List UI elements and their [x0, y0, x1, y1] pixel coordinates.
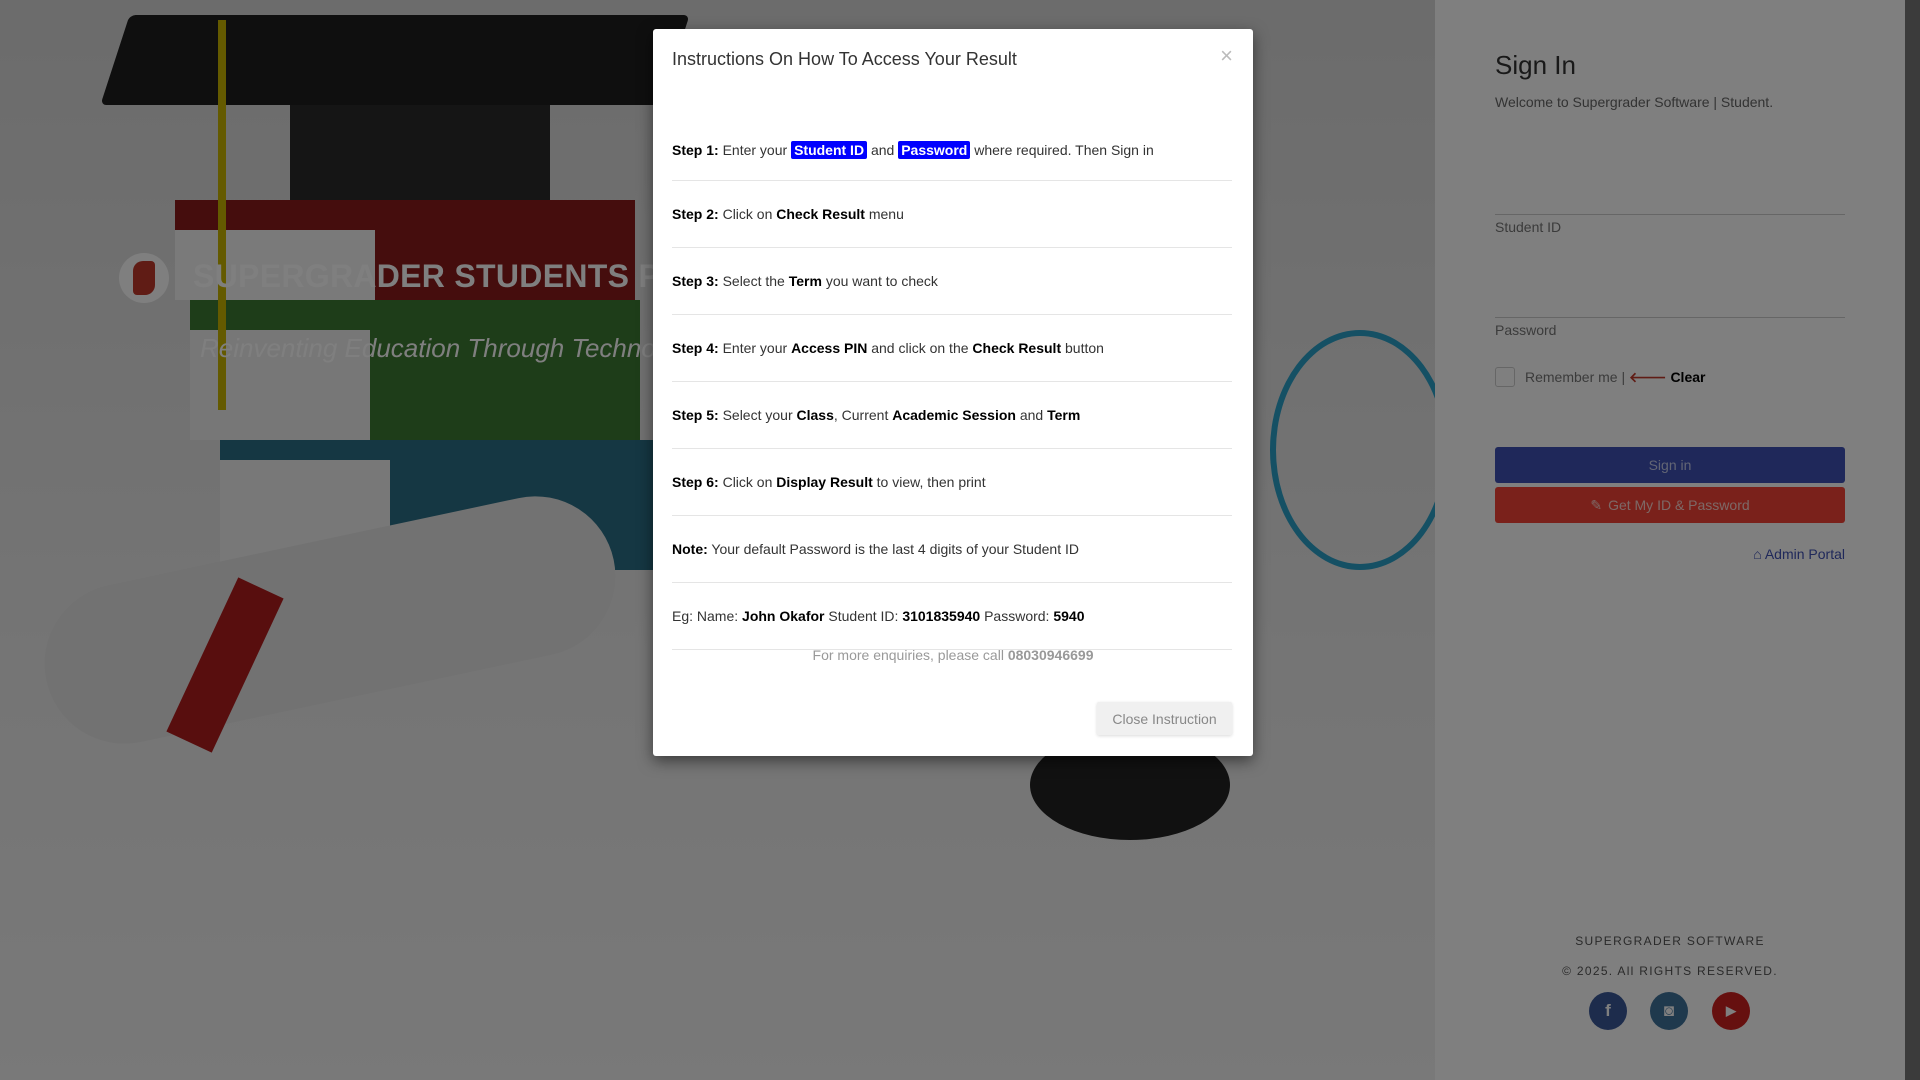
instruction-row: Step 6: Click on Display Result to view,… — [672, 449, 1232, 516]
bold-text: 5940 — [1053, 608, 1085, 624]
bold-text: Check Result — [776, 206, 865, 222]
bold-text: Step 2: — [672, 206, 719, 222]
highlight-badge: Password — [898, 140, 971, 159]
bold-text: Term — [1047, 407, 1081, 423]
instructions-list: Step 1: Enter your Student ID and Passwo… — [672, 119, 1232, 650]
instruction-text: Select the — [718, 273, 789, 289]
close-instruction-button[interactable]: Close Instruction — [1097, 702, 1232, 735]
bold-text: Step 1: — [672, 141, 719, 158]
instruction-text: and click on the — [867, 340, 973, 356]
enquiry-label: For more enquiries, please call — [812, 647, 1008, 663]
instruction-text: you want to check — [821, 273, 938, 289]
bold-text: Term — [788, 273, 822, 289]
bold-text: 3101835940 — [902, 608, 981, 624]
bold-text: Step 3: — [672, 273, 719, 289]
enquiry-phone: 08030946699 — [1007, 647, 1094, 663]
instruction-row: Step 5: Select your Class, Current Acade… — [672, 382, 1232, 449]
highlight-badge: Student ID — [791, 140, 868, 159]
bold-text: Academic Session — [892, 407, 1016, 423]
bold-text: Step 4: — [672, 340, 719, 356]
instruction-text: and — [867, 141, 899, 158]
instruction-text: Eg: Name: — [672, 608, 743, 624]
instruction-text: Your default Password is the last 4 digi… — [707, 541, 1079, 557]
instruction-row: Step 3: Select the Term you want to chec… — [672, 248, 1232, 315]
bold-text: Note: — [672, 541, 708, 557]
bold-text: Step 6: — [672, 474, 719, 490]
instruction-text: Enter your — [718, 340, 792, 356]
instruction-text: where required. Then Sign in — [970, 141, 1154, 158]
instruction-row: Note: Your default Password is the last … — [672, 516, 1232, 583]
bold-text: Check Result — [972, 340, 1062, 356]
instruction-row: Eg: Name: John Okafor Student ID: 310183… — [672, 583, 1232, 650]
instruction-text: to view, then print — [872, 474, 986, 490]
instruction-text: menu — [864, 206, 904, 222]
bold-text: Display Result — [776, 474, 873, 490]
instruction-row: Step 1: Enter your Student ID and Passwo… — [672, 119, 1232, 181]
modal-title: Instructions On How To Access Your Resul… — [672, 49, 1017, 69]
instruction-text: Click on — [718, 206, 777, 222]
instructions-modal: Instructions On How To Access Your Resul… — [653, 29, 1253, 756]
instruction-text: and — [1015, 407, 1048, 423]
instruction-text: , Current — [833, 407, 893, 423]
enquiry-text: For more enquiries, please call 08030946… — [653, 647, 1253, 663]
instruction-text: Select your — [718, 407, 797, 423]
instruction-row: Step 2: Click on Check Result menu — [672, 181, 1232, 248]
close-icon[interactable]: × — [1220, 43, 1233, 69]
instruction-text: button — [1061, 340, 1104, 356]
instruction-text: Click on — [718, 474, 777, 490]
instruction-text: Student ID: — [824, 608, 903, 624]
instruction-row: Step 4: Enter your Access PIN and click … — [672, 315, 1232, 382]
bold-text: Access PIN — [791, 340, 868, 356]
page: SUPERGRADER STUDENTS PORTAL Reinventing … — [0, 0, 1920, 1080]
instruction-text: Enter your — [718, 141, 792, 158]
bold-text: Step 5: — [672, 407, 719, 423]
instruction-text: Password: — [980, 608, 1054, 624]
bold-text: John Okafor — [742, 608, 825, 624]
bold-text: Class — [796, 407, 834, 423]
